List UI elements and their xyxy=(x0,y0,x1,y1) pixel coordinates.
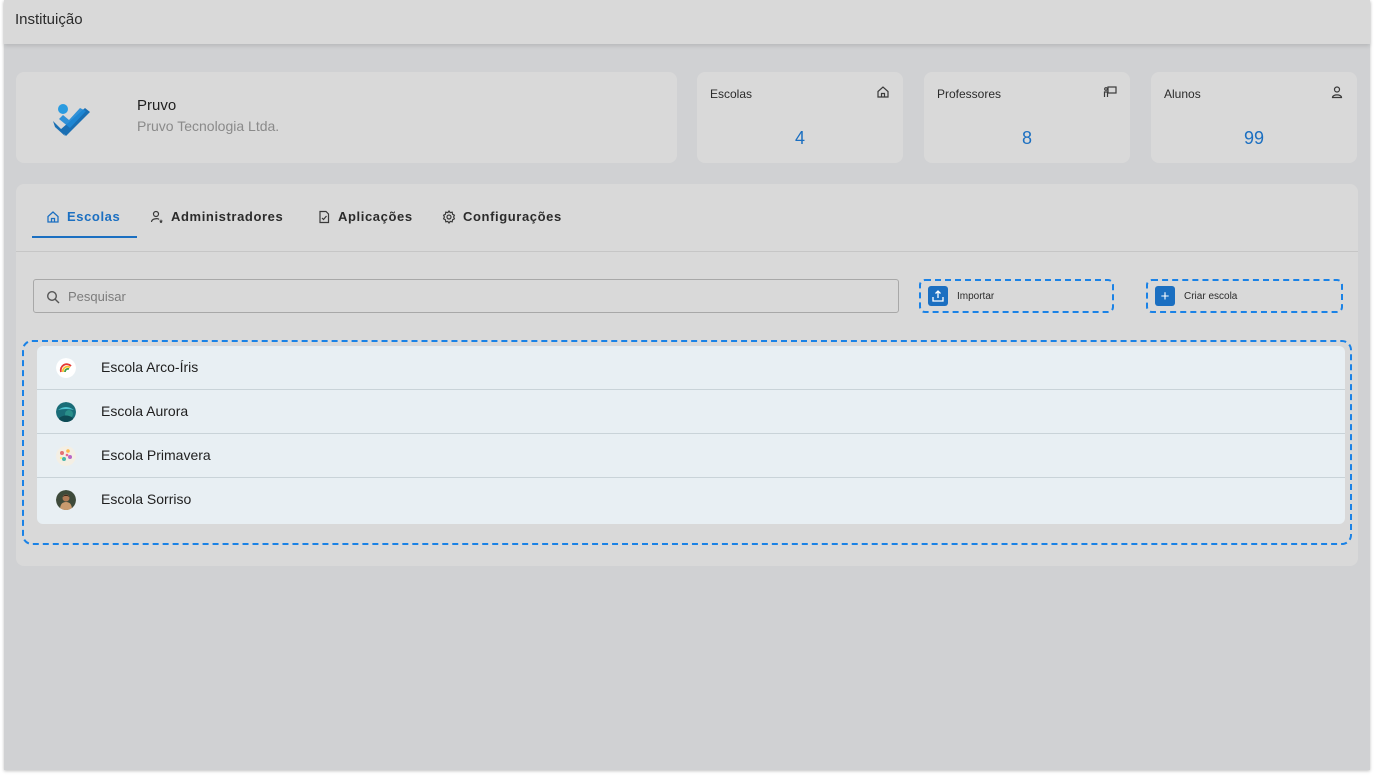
page-title: Instituição xyxy=(15,11,83,28)
schools-list: Escola Arco-Íris Escola Aurora Escola Pr… xyxy=(37,346,1345,524)
search-field[interactable] xyxy=(33,279,899,313)
school-name: Escola Aurora xyxy=(101,403,189,419)
tab-label: Configurações xyxy=(463,209,562,224)
stat-card-escolas: Escolas 4 xyxy=(697,72,903,163)
tab-label: Escolas xyxy=(67,209,121,224)
search-icon xyxy=(46,290,60,304)
import-label: Importar xyxy=(957,290,995,302)
tab-administradores[interactable]: Administradores xyxy=(150,209,283,238)
home-icon xyxy=(877,86,889,98)
school-avatar-rainbow xyxy=(56,358,76,378)
app-window: Instituição Pruvo Pruvo Tecnologia Ltda.… xyxy=(4,0,1370,770)
pruvo-logo xyxy=(53,104,90,136)
gear-icon xyxy=(442,210,456,224)
organization-card: Pruvo Pruvo Tecnologia Ltda. xyxy=(16,72,677,163)
search-input[interactable] xyxy=(68,280,888,312)
tab-aplicacoes[interactable]: Aplicações xyxy=(317,209,413,238)
upload-icon xyxy=(928,286,948,306)
school-name: Escola Primavera xyxy=(101,447,211,463)
school-avatar-sorriso xyxy=(56,490,76,510)
stat-label: Alunos xyxy=(1164,87,1201,101)
list-item[interactable]: Escola Sorriso xyxy=(37,478,1345,522)
stat-label: Professores xyxy=(937,87,1002,101)
school-avatar-primavera xyxy=(56,446,76,466)
plus-icon: + xyxy=(1155,286,1175,306)
user-icon xyxy=(1331,86,1343,99)
import-button[interactable]: Importar xyxy=(919,279,1114,313)
list-item[interactable]: Escola Aurora xyxy=(37,390,1345,434)
organization-legal-name: Pruvo Tecnologia Ltda. xyxy=(137,118,280,134)
school-name: Escola Arco-Íris xyxy=(101,359,199,375)
list-item[interactable]: Escola Primavera xyxy=(37,434,1345,478)
school-name: Escola Sorriso xyxy=(101,491,192,507)
stat-value: 4 xyxy=(794,128,805,148)
tab-escolas[interactable]: Escolas xyxy=(32,209,137,238)
stat-card-professores: Professores 8 xyxy=(924,72,1130,163)
home-icon xyxy=(47,211,59,223)
user-star-icon xyxy=(150,210,163,224)
document-check-icon xyxy=(319,210,330,224)
tab-configuracoes[interactable]: Configurações xyxy=(442,209,562,238)
tab-label: Aplicações xyxy=(338,209,413,224)
stat-value: 8 xyxy=(1021,128,1032,148)
stat-card-alunos: Alunos 99 xyxy=(1151,72,1357,163)
school-avatar-aurora xyxy=(56,402,76,422)
teacher-board-icon xyxy=(1103,86,1117,97)
stat-label: Escolas xyxy=(710,87,753,101)
tab-label: Administradores xyxy=(171,209,284,224)
list-item[interactable]: Escola Arco-Íris xyxy=(37,346,1345,390)
tab-bar: Escolas Administradores Aplicações Confi… xyxy=(16,184,1358,252)
top-bar: Instituição xyxy=(4,0,1370,44)
schools-panel: Escolas Administradores Aplicações Confi… xyxy=(16,184,1358,566)
stat-value: 99 xyxy=(1243,128,1265,148)
create-school-button[interactable]: + Criar escola xyxy=(1146,279,1343,313)
organization-name: Pruvo xyxy=(137,97,177,114)
create-school-label: Criar escola xyxy=(1184,290,1238,302)
